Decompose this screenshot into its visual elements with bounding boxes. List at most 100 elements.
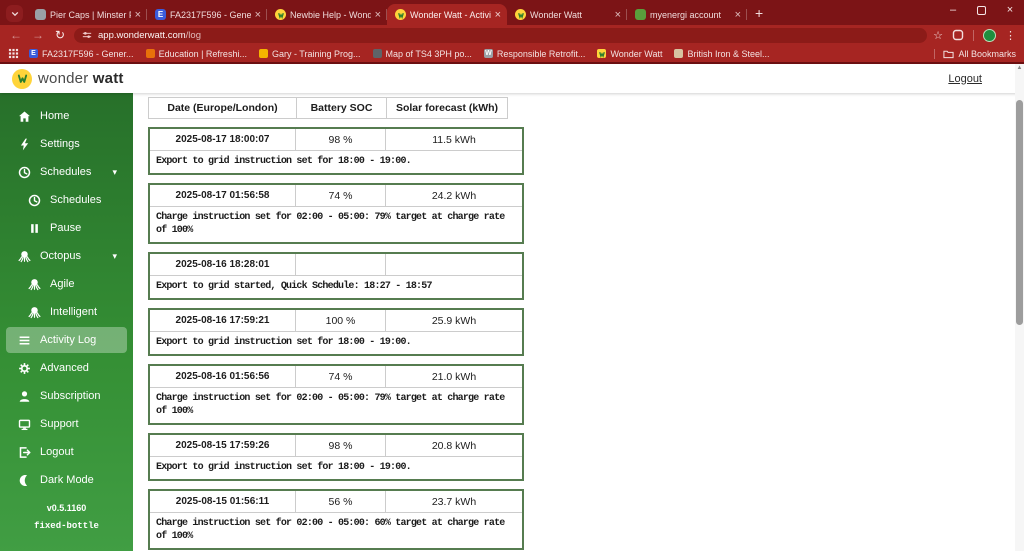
bookmark-label: FA2317F596 - Gener... [42,48,134,59]
sidebar-item-settings[interactable]: Settings [6,131,127,157]
chevron-down-icon [11,11,18,16]
browser-toolbar: ← → ↻ app.wonderwatt.com/log ☆ ⋮ [0,25,1024,45]
log-entry-values: 2025-08-17 18:00:07 98 % 11.5 kWh [150,129,522,151]
tab-close-icon[interactable]: × [615,9,621,20]
tab-close-icon[interactable]: × [375,9,381,20]
bookmark-item[interactable]: W Responsible Retrofit... [478,49,592,59]
sidebar-item-label: Intelligent [50,306,98,318]
octopus-icon [28,306,41,319]
wonderwatt-app: wonder watt Logout Home Settings Schedules… [0,64,1024,551]
sidebar-item-label: Advanced [40,362,89,374]
bookmark-item[interactable]: E FA2317F596 - Gener... [23,49,140,59]
sidebar-item-dark-mode[interactable]: Dark Mode [6,467,127,493]
tab-strip: Pier Caps | Minster Paving | Wa... × E FA23… [0,0,1024,25]
sidebar-item-advanced[interactable]: Advanced [6,355,127,381]
menu-kebab-icon[interactable]: ⋮ [1005,29,1016,42]
sidebar-item-label: Pause [50,222,82,234]
entry-battery-soc: 56 % [296,491,386,512]
wonderwatt-logo[interactable]: wonder watt [12,68,124,89]
maximize-button[interactable] [977,5,986,15]
tab-favicon [635,9,646,20]
bookmark-label: Map of TS4 3PH po... [385,48,472,59]
sidebar-item-support[interactable]: Support [6,411,127,437]
tab-search-button[interactable] [6,5,23,22]
entry-solar-forecast: 20.8 kWh [431,439,477,452]
bookmark-item[interactable]: Gary - Training Prog... [253,49,367,59]
sidebar-item-label: Octopus [40,250,81,262]
log-table-header: Date (Europe/London) Battery SOC Solar f… [148,97,508,119]
app-build-name: fixed-bottle [34,521,99,531]
sidebar-item-label: Logout [40,446,74,458]
bookmark-favicon [258,49,268,58]
tab[interactable]: Wonder Watt × [507,4,627,25]
tab-close-icon[interactable]: × [135,9,141,20]
scroll-up-icon[interactable]: ▲ [1017,64,1023,73]
sidebar-item-label: Home [40,110,70,122]
person-icon [18,390,31,403]
tab-close-icon[interactable]: × [495,9,501,20]
profile-avatar[interactable] [983,28,996,42]
forward-icon[interactable]: → [30,28,46,42]
bookmark-item[interactable]: British Iron & Steel... [668,49,775,59]
sidebar-item-intelligent[interactable]: Intelligent [6,299,127,325]
bookmarks-bar: E FA2317F596 - Gener... Education | Refres… [0,45,1024,64]
bookmark-favicon [674,49,684,58]
sidebar-item-octopus[interactable]: Octopus ▾ [6,243,127,269]
tab-close-icon[interactable]: × [735,9,741,20]
log-entry: 2025-08-16 01:56:56 74 % 21.0 kWh Charge in… [148,364,524,425]
sidebar-item-activity-log[interactable]: Activity Log [6,327,127,353]
home-icon [18,110,31,123]
scrollbar-thumb[interactable] [1016,100,1023,325]
page-scrollbar[interactable]: ▲ ▼ [1015,64,1024,551]
app-version: v0.5.1160 [46,503,87,513]
address-bar[interactable]: app.wonderwatt.com/log [74,27,928,43]
entry-date: 2025-08-16 17:59:21 [150,310,296,331]
sidebar-item-pause[interactable]: Pause [6,215,127,241]
log-entry: 2025-08-15 17:59:26 98 % 20.8 kWh Export to… [148,433,524,481]
sidebar-item-schedules[interactable]: Schedules [6,187,127,213]
chevron-down-icon[interactable]: ▾ [112,167,117,178]
sidebar-item-schedules[interactable]: Schedules ▾ [6,159,127,185]
log-entry: 2025-08-16 17:59:21 100 % 25.9 kWh Export t… [148,308,524,356]
tab[interactable]: E FA2317F596 - General | givene... × [147,4,267,25]
entry-date: 2025-08-17 18:00:07 [150,129,296,150]
tab[interactable]: myenergi account × [627,4,747,25]
bookmark-label: Wonder Watt [610,48,663,59]
bookmark-item[interactable]: Map of TS4 3PH po... [367,49,478,59]
sidebar-item-home[interactable]: Home [6,103,127,129]
entry-date: 2025-08-15 01:56:11 [150,491,296,512]
apps-grid-icon[interactable] [8,48,19,59]
tab[interactable]: Pier Caps | Minster Paving | Wa... × [27,4,147,25]
sidebar-item-agile[interactable]: Agile [6,271,127,297]
new-tab-button[interactable]: + [755,5,763,21]
url-domain: app.wonderwatt.com [98,29,186,41]
chevron-down-icon[interactable]: ▾ [112,251,117,262]
bookmark-item[interactable]: Education | Refreshi... [140,49,253,59]
sidebar-item-logout[interactable]: Logout [6,439,127,465]
tab[interactable]: Newbie Help - Wonder Watt C... × [267,4,387,25]
bookmark-star-icon[interactable]: ☆ [933,29,943,42]
entry-date: 2025-08-15 17:59:26 [150,435,296,456]
log-entry-values: 2025-08-17 01:56:58 74 % 24.2 kWh [150,185,522,207]
moon-icon [18,474,31,487]
tab-title: FA2317F596 - General | givene... [170,9,251,20]
log-entry: 2025-08-17 18:00:07 98 % 11.5 kWh Export to… [148,127,524,175]
tab-active[interactable]: Wonder Watt - Activity Log × [387,4,507,25]
sidebar-item-label: Schedules [50,194,102,206]
entry-message: Charge instruction set for 02:00 - 05:00… [156,212,505,236]
minimize-button[interactable]: – [947,4,959,16]
folder-icon [943,50,955,58]
extensions-icon[interactable] [952,29,964,41]
close-window-button[interactable]: × [1004,4,1016,16]
all-bookmarks-button[interactable]: All Bookmarks [934,48,1016,59]
back-icon[interactable]: ← [8,28,24,42]
tab-close-icon[interactable]: × [255,9,261,20]
log-entry: 2025-08-15 01:56:11 56 % 23.7 kWh Charge in… [148,489,524,550]
sidebar-item-subscription[interactable]: Subscription [6,383,127,409]
bookmark-item[interactable]: Wonder Watt [591,49,668,59]
header-logout-link[interactable]: Logout [948,73,982,85]
log-entry-values: 2025-08-16 17:59:21 100 % 25.9 kWh [150,310,522,332]
column-header-solar: Solar forecast (kWh) [395,102,499,114]
reload-icon[interactable]: ↻ [52,28,68,42]
sidebar-item-label: Subscription [40,390,101,402]
